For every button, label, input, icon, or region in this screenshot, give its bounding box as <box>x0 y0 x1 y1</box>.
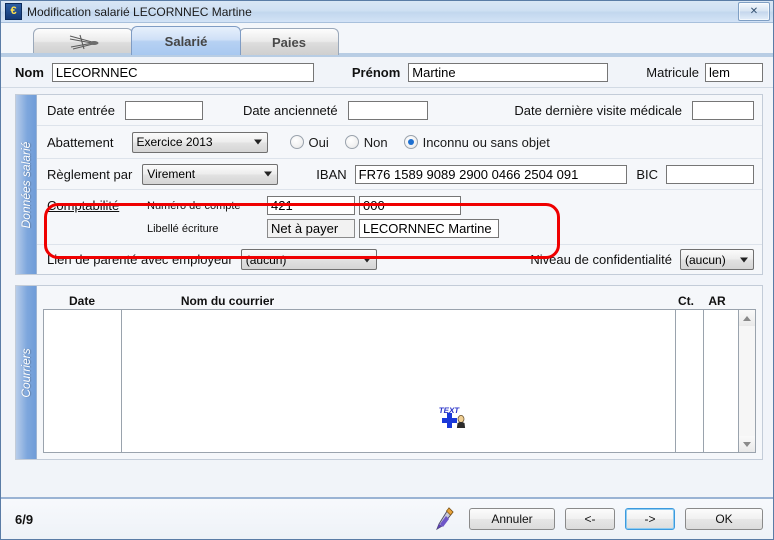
prenom-label: Prénom <box>351 64 401 80</box>
close-icon[interactable]: ✕ <box>738 2 770 21</box>
grid-column-date <box>44 310 122 452</box>
lien-parente-row: Lien de parenté avec employeur (aucun) N… <box>37 245 762 274</box>
next-button[interactable]: -> <box>625 508 675 530</box>
donnees-salarie-body: Date entrée Date ancienneté Date dernièr… <box>37 95 762 274</box>
courriers-panel: Courriers Date Nom du courrier Ct. AR TE… <box>15 285 763 460</box>
courriers-sidetab-label: Courriers <box>19 347 33 398</box>
scroll-down-icon[interactable] <box>739 436 755 452</box>
tab-paies[interactable]: Paies <box>239 28 339 55</box>
abattement-radio-inconnu[interactable]: Inconnu ou sans objet <box>403 134 550 150</box>
cancel-button[interactable]: Annuler <box>469 508 555 530</box>
window-title: Modification salarié LECORNNEC Martine <box>27 4 252 19</box>
abattement-radio-non[interactable]: Non <box>344 134 388 150</box>
radio-oui-dot <box>289 135 304 149</box>
abattement-radio-oui[interactable]: Oui <box>289 134 329 150</box>
bic-label: BIC <box>636 166 658 182</box>
title-bar: € Modification salarié LECORNNEC Martine… <box>1 1 773 23</box>
identity-row: Nom Prénom Matricule <box>1 57 773 88</box>
bic-input[interactable] <box>666 164 754 184</box>
radio-inconnu-dot <box>403 135 418 149</box>
tab-bar: Salarié Paies <box>1 23 773 55</box>
tab-salarie-label: Salarié <box>164 33 208 49</box>
client-area: Nom Prénom Matricule Données salarié Dat… <box>1 55 773 497</box>
dialog-window: € Modification salarié LECORNNEC Martine… <box>0 0 774 540</box>
radio-inconnu-label: Inconnu ou sans objet <box>422 134 550 150</box>
donnees-salarie-panel: Données salarié Date entrée Date ancienn… <box>15 94 763 275</box>
numero-compte-row: Comptabilité Numéro de compte <box>47 194 754 217</box>
tab-overview[interactable] <box>33 28 133 55</box>
dragonfly-icon <box>69 34 99 50</box>
comptabilite-block: Comptabilité Numéro de compte Libellé éc… <box>37 190 762 245</box>
date-visite-input[interactable] <box>692 100 754 120</box>
courriers-sidetab[interactable]: Courriers <box>16 286 37 459</box>
reglement-label: Règlement par <box>47 166 133 182</box>
page-indicator: 6/9 <box>15 511 34 527</box>
date-visite-label: Date dernière visite médicale <box>514 102 682 118</box>
iban-input[interactable] <box>354 164 627 184</box>
radio-non-label: Non <box>363 134 388 150</box>
previous-button[interactable]: <- <box>565 508 615 530</box>
grid-column-ct <box>676 310 704 452</box>
donnees-salarie-sidetab[interactable]: Données salarié <box>16 95 37 274</box>
column-header-nom[interactable]: Nom du courrier <box>121 294 334 308</box>
libelle-ecriture-input-1[interactable] <box>267 219 355 238</box>
courriers-scrollbar[interactable] <box>738 310 755 452</box>
numero-compte-input-1[interactable] <box>267 196 355 215</box>
date-anciennete-input[interactable] <box>347 100 428 120</box>
lien-parente-select[interactable]: (aucun) <box>240 249 377 270</box>
date-anciennete-label: Date ancienneté <box>242 102 338 118</box>
column-header-ct[interactable]: Ct. <box>672 294 700 308</box>
courriers-rows-area[interactable] <box>43 309 756 453</box>
nom-input[interactable] <box>51 62 314 82</box>
dates-row: Date entrée Date ancienneté Date dernièr… <box>37 95 762 126</box>
reglement-select[interactable]: Virement <box>142 163 279 185</box>
libelle-ecriture-input-2[interactable] <box>359 219 499 238</box>
add-text-icon[interactable]: TEXT <box>438 404 469 432</box>
courriers-header-row: Date Nom du courrier Ct. AR <box>43 292 756 309</box>
prenom-input[interactable] <box>408 62 609 82</box>
grid-column-nom <box>122 310 676 452</box>
radio-non-dot <box>344 135 359 149</box>
tab-salarie[interactable]: Salarié <box>131 26 241 55</box>
abattement-row: Abattement Exercice 2013 Oui Non Inconnu… <box>37 126 762 159</box>
date-entree-label: Date entrée <box>47 102 115 118</box>
euro-icon: € <box>5 3 22 20</box>
tab-paies-label: Paies <box>272 34 306 50</box>
iban-label: IBAN <box>316 166 347 182</box>
matricule-input[interactable] <box>705 62 764 82</box>
confidentialite-label: Niveau de confidentialité <box>530 252 672 267</box>
column-header-ar[interactable]: AR <box>700 294 734 308</box>
libelle-ecriture-label: Libellé écriture <box>147 222 219 235</box>
abattement-select[interactable]: Exercice 2013 <box>131 131 268 153</box>
nom-label: Nom <box>15 64 44 80</box>
comptabilite-title: Comptabilité <box>47 198 120 213</box>
numero-compte-label: Numéro de compte <box>147 199 241 212</box>
matricule-label: Matricule <box>646 64 700 80</box>
pencil-icon[interactable] <box>433 507 455 531</box>
abattement-label: Abattement <box>47 134 114 150</box>
libelle-ecriture-row: Libellé écriture <box>47 217 754 240</box>
reglement-row: Règlement par Virement IBAN BIC <box>37 159 762 190</box>
grid-column-ar <box>704 310 738 452</box>
numero-compte-input-2[interactable] <box>359 196 461 215</box>
date-entree-input[interactable] <box>124 100 203 120</box>
confidentialite-select[interactable]: (aucun) <box>680 249 754 270</box>
donnees-salarie-sidetab-label: Données salarié <box>19 141 33 228</box>
column-header-date[interactable]: Date <box>43 294 121 308</box>
lien-parente-label: Lien de parenté avec employeur <box>47 252 233 267</box>
courriers-grid: Date Nom du courrier Ct. AR <box>43 292 756 453</box>
ok-button[interactable]: OK <box>685 508 763 530</box>
footer-bar: 6/9 Annuler <- -> OK <box>1 497 773 539</box>
scroll-up-icon[interactable] <box>739 310 755 326</box>
radio-oui-label: Oui <box>308 134 329 150</box>
